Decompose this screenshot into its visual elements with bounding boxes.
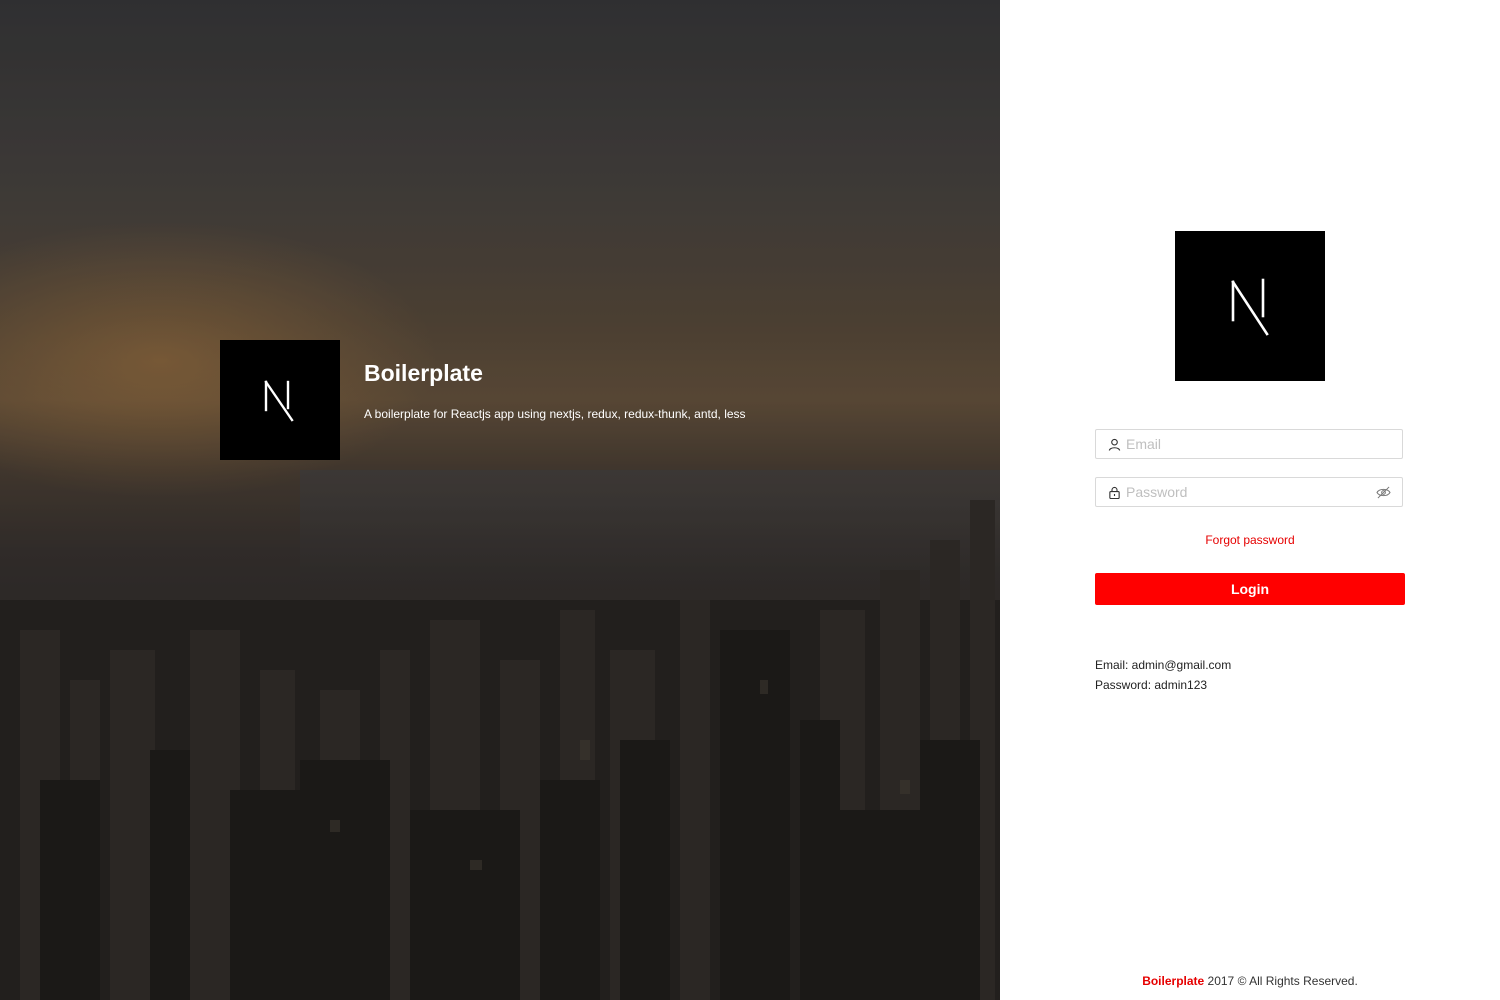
nextjs-logo-icon xyxy=(264,380,294,422)
demo-email-text: Email: admin@gmail.com xyxy=(1095,658,1232,672)
footer: Boilerplate 2017 © All Rights Reserved. xyxy=(1000,974,1500,988)
demo-password-text: Password: admin123 xyxy=(1095,678,1208,692)
user-icon xyxy=(1107,437,1121,451)
password-input[interactable] xyxy=(1126,484,1375,500)
hero-panel: Boilerplate A boilerplate for Reactjs ap… xyxy=(0,0,1000,1000)
demo-credentials: Email: admin@gmail.com Password: admin12… xyxy=(1095,655,1231,695)
forgot-password-link[interactable]: Forgot password xyxy=(1095,533,1405,547)
footer-brand: Boilerplate xyxy=(1142,974,1205,988)
login-logo xyxy=(1175,231,1325,381)
hero-subtitle: A boilerplate for Reactjs app using next… xyxy=(364,407,746,421)
login-button[interactable]: Login xyxy=(1095,573,1405,605)
login-panel: Forgot password Login Email: admin@gmail… xyxy=(1000,0,1500,1000)
eye-invisible-icon[interactable] xyxy=(1375,484,1391,500)
password-field[interactable] xyxy=(1095,477,1403,507)
hero-dim-overlay xyxy=(0,0,1000,1000)
hero-logo xyxy=(220,340,340,460)
hero-title: Boilerplate xyxy=(364,360,483,386)
email-input[interactable] xyxy=(1126,436,1402,452)
email-field[interactable] xyxy=(1095,429,1403,459)
nextjs-logo-icon xyxy=(1231,278,1269,336)
footer-copyright: 2017 © All Rights Reserved. xyxy=(1204,974,1358,988)
lock-icon xyxy=(1107,485,1121,499)
login-page: Boilerplate A boilerplate for Reactjs ap… xyxy=(0,0,1500,1000)
hero-text-block: Boilerplate A boilerplate for Reactjs ap… xyxy=(364,340,746,421)
hero-branding: Boilerplate A boilerplate for Reactjs ap… xyxy=(220,340,746,460)
